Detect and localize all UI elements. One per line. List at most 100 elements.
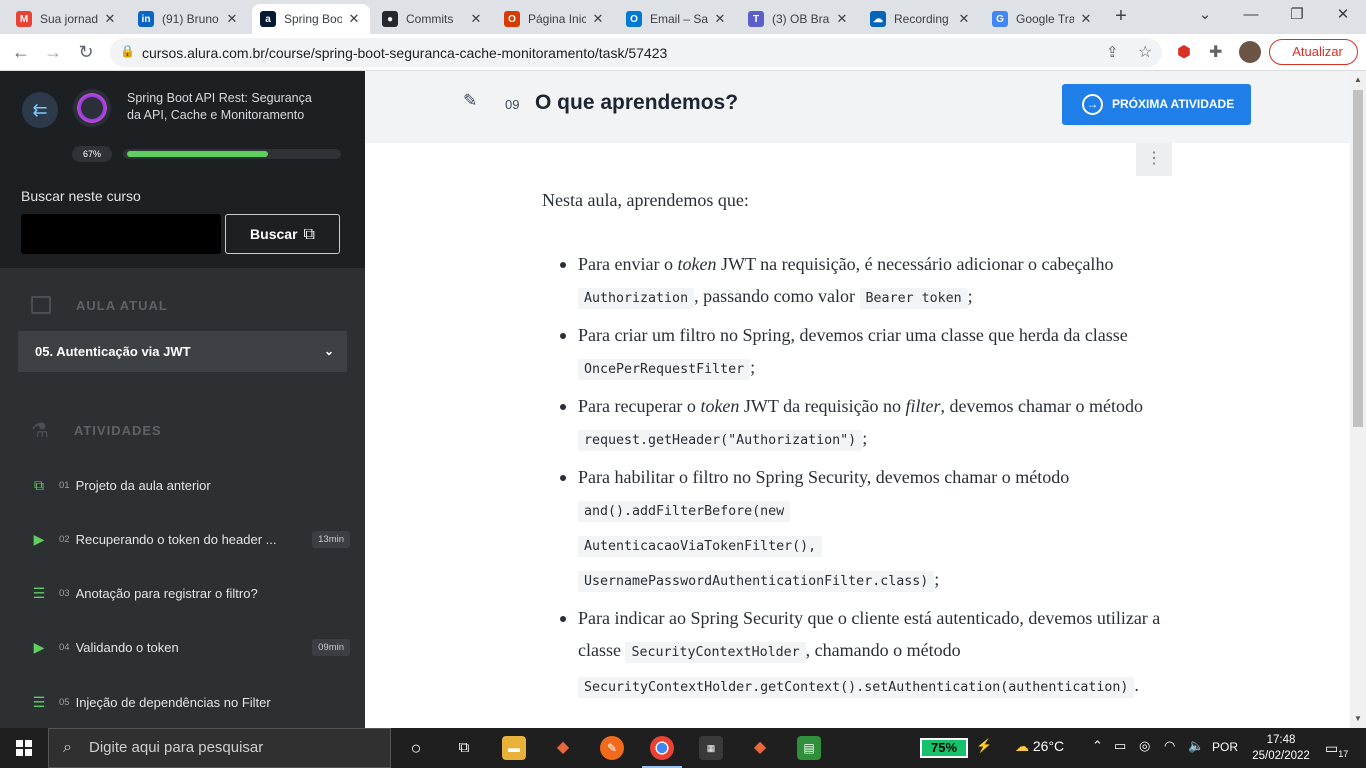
search-button-label: Buscar <box>250 226 298 242</box>
browser-tab[interactable]: G Google Tra ✕ <box>984 4 1102 34</box>
current-lesson-header: AULA ATUAL <box>31 296 168 314</box>
address-bar[interactable]: 🔒 cursos.alura.com.br/course/spring-boot… <box>110 38 1162 67</box>
close-tab-icon[interactable]: ✕ <box>102 11 118 27</box>
minimize-button[interactable]: — <box>1228 0 1274 32</box>
browser-tab[interactable]: O Página Inic ✕ <box>496 4 614 34</box>
github-icon: ● <box>382 11 398 27</box>
reload-icon[interactable]: ↻ <box>73 39 99 65</box>
browser-menu-icon[interactable]: ⋮ <box>1360 41 1366 58</box>
course-title[interactable]: Spring Boot API Rest: Segurança da API, … <box>127 90 327 124</box>
current-lesson-header-label: AULA ATUAL <box>76 297 168 313</box>
volume-icon[interactable]: 🔈 <box>1188 738 1204 754</box>
scrollbar-thumb[interactable] <box>1353 90 1363 427</box>
search-button[interactable]: Buscar ⧉ <box>225 214 340 254</box>
close-tab-icon[interactable]: ✕ <box>346 11 362 27</box>
camera-icon[interactable]: ◎ <box>1139 738 1150 754</box>
close-tab-icon[interactable]: ✕ <box>834 11 850 27</box>
activities-header: ⚗ ATIVIDADES <box>31 418 162 443</box>
bookmark-star-icon[interactable]: ☆ <box>1138 42 1152 62</box>
system-clock[interactable]: 17:48 25/02/2022 <box>1250 732 1312 764</box>
activity-item[interactable]: ▶ 04 Validando o token 09min <box>30 637 350 657</box>
course-sidebar: ⇇ Spring Boot API Rest: Segurança da API… <box>0 71 365 728</box>
language-indicator[interactable]: POR <box>1212 740 1238 754</box>
notification-center-icon[interactable]: ▭17 <box>1325 740 1348 759</box>
cortana-icon[interactable]: ○ <box>404 736 428 760</box>
tab-title: Sua jornada <box>40 12 98 26</box>
intro-text: Nesta aula, aprendemos que: <box>542 190 749 210</box>
browser-tab[interactable]: ☁ Recording ✕ <box>862 4 980 34</box>
browser-tab[interactable]: O Email – Sa ✕ <box>618 4 736 34</box>
activity-number: 04 <box>59 641 70 653</box>
update-browser-button[interactable]: Atualizar <box>1269 39 1358 65</box>
current-lesson-dropdown[interactable]: 05. Autenticação via JWT ⌄ <box>18 331 347 372</box>
page-scrollbar[interactable]: ▲ ▼ <box>1350 71 1366 728</box>
chrome-icon[interactable] <box>642 736 682 768</box>
lock-icon[interactable]: 🔒 <box>120 44 135 58</box>
show-hidden-icons-chevron-icon[interactable]: ⌃ <box>1092 738 1103 754</box>
postman-icon[interactable]: ✎ <box>600 736 624 760</box>
taskbar-search-input[interactable]: ⌕ Digite aqui para pesquisar <box>48 728 391 768</box>
extensions-puzzle-icon[interactable]: ✚ <box>1209 42 1222 62</box>
scroll-down-icon[interactable]: ▼ <box>1353 714 1363 723</box>
close-tab-icon[interactable]: ✕ <box>590 11 606 27</box>
activity-item[interactable]: ☰ 05 Injeção de dependências no Filter <box>30 692 350 712</box>
power-plug-icon: ⚡ <box>976 738 993 753</box>
browser-tab[interactable]: M Sua jornada ✕ <box>8 4 126 34</box>
browser-tab[interactable]: T (3) OB Bra ✕ <box>740 4 858 34</box>
more-options-icon[interactable]: ⋮ <box>1136 143 1172 176</box>
activity-label: Injeção de dependências no Filter <box>75 694 271 710</box>
tab-search-chevron-icon[interactable]: ⌄ <box>1182 0 1228 32</box>
activity-item[interactable]: ☰ 03 Anotação para registrar o filtro? <box>30 583 350 603</box>
close-tab-icon[interactable]: ✕ <box>468 11 484 27</box>
forward-arrow-icon[interactable]: → <box>40 39 66 65</box>
inline-code: UsernamePasswordAuthenticationFilter.cla… <box>578 571 935 592</box>
scroll-up-icon[interactable]: ▲ <box>1353 75 1363 84</box>
git-icon[interactable]: ◆ <box>551 736 575 760</box>
browser-toolbar: ← → ↻ 🔒 cursos.alura.com.br/course/sprin… <box>0 34 1366 71</box>
activity-duration: 13min <box>312 530 350 548</box>
gmail-icon: M <box>16 11 32 27</box>
next-activity-label: PRÓXIMA ATIVIDADE <box>1112 97 1235 111</box>
taskbar-search-placeholder: Digite aqui para pesquisar <box>89 739 264 756</box>
activity-item[interactable]: ▶ 02 Recuperando o token do header ... 13mi… <box>30 529 350 549</box>
close-tab-icon[interactable]: ✕ <box>224 11 240 27</box>
battery-indicator[interactable]: 75% <box>920 738 968 758</box>
new-tab-button[interactable]: + <box>1110 5 1132 27</box>
alura-icon: a <box>260 11 276 27</box>
chevron-down-icon: ⌄ <box>323 344 334 358</box>
share-icon[interactable]: ⇪ <box>1106 43 1119 61</box>
close-window-button[interactable]: ✕ <box>1320 0 1366 32</box>
browser-tab[interactable]: ● Commits ✕ <box>374 4 492 34</box>
activity-label: Anotação para registrar o filtro? <box>75 585 258 601</box>
inline-code: SecurityContextHolder.getContext().setAu… <box>578 677 1135 698</box>
search-icon: ⌕ <box>63 739 72 756</box>
weather-widget[interactable]: ☁ 26°C <box>1015 738 1064 755</box>
tab-title: Email – Sa <box>650 12 708 26</box>
spreadsheet-app-icon[interactable]: ▤ <box>797 736 821 760</box>
activity-number: 01 <box>59 479 70 491</box>
collapse-sidebar-icon[interactable]: ⇇ <box>22 92 58 128</box>
checklist-icon: ☰ <box>32 584 46 601</box>
battery-tray-icon[interactable]: ▭ <box>1114 738 1126 754</box>
browser-tab[interactable]: a Spring Boot ✕ <box>252 4 370 34</box>
activity-item[interactable]: ⧉ 01 Projeto da aula anterior <box>30 475 350 495</box>
task-view-icon[interactable]: ⧉ <box>452 736 476 760</box>
next-activity-button[interactable]: → PRÓXIMA ATIVIDADE <box>1062 84 1251 125</box>
back-arrow-icon[interactable]: ← <box>8 39 34 65</box>
file-explorer-icon[interactable]: ▬ <box>502 736 526 760</box>
course-logo <box>73 89 111 127</box>
git-bash-icon[interactable]: ◆ <box>748 736 772 760</box>
profile-avatar[interactable] <box>1239 41 1261 63</box>
wifi-icon[interactable]: ◠ <box>1164 738 1175 754</box>
activities-header-label: ATIVIDADES <box>73 423 162 438</box>
course-search-input[interactable] <box>21 214 221 254</box>
start-button[interactable] <box>0 728 48 768</box>
browser-tab[interactable]: in (91) Bruno ✕ <box>130 4 248 34</box>
mysql-workbench-icon[interactable]: ▦ <box>699 736 723 760</box>
close-tab-icon[interactable]: ✕ <box>956 11 972 27</box>
extension-badge-icon[interactable]: ⬢ <box>1177 42 1191 62</box>
close-tab-icon[interactable]: ✕ <box>1078 11 1094 27</box>
maximize-button[interactable]: ❐ <box>1274 0 1320 32</box>
url-text[interactable]: cursos.alura.com.br/course/spring-boot-s… <box>142 45 667 61</box>
close-tab-icon[interactable]: ✕ <box>712 11 728 27</box>
